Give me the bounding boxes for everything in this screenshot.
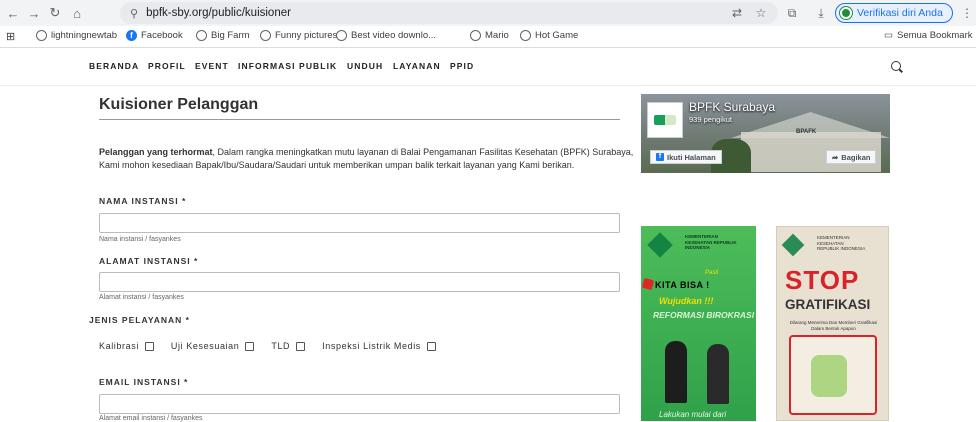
search-icon[interactable] xyxy=(891,61,901,71)
facebook-icon: f xyxy=(126,30,137,41)
bookmark-item[interactable]: Funny pictures xyxy=(260,30,337,41)
page-logo[interactable] xyxy=(647,102,683,138)
banner-org: KEMENTERIAN KESEHATAN REPUBLIK INDONESIA xyxy=(685,234,737,250)
checkbox[interactable] xyxy=(296,341,306,351)
verify-button[interactable]: Verifikasi diri Anda xyxy=(835,3,953,23)
nav-informasi-publik[interactable]: INFORMASI PUBLIK xyxy=(238,61,337,71)
nav-layanan[interactable]: LAYANAN xyxy=(393,61,441,71)
share-icon: ➦ xyxy=(832,152,839,162)
money-hand-illustration xyxy=(811,355,847,397)
menu-icon[interactable]: ⋮ xyxy=(958,4,976,22)
reformasi-birokrasi-banner[interactable]: KEMENTERIAN KESEHATAN REPUBLIK INDONESIA… xyxy=(641,226,756,421)
bookmark-item[interactable]: Best video downlo... xyxy=(336,30,436,41)
option-uji-kesesuaian[interactable]: Uji Kesesuaian xyxy=(171,341,255,351)
alamat-instansi-label: ALAMAT INSTANSI * xyxy=(99,256,199,266)
person-illustration xyxy=(665,341,687,403)
email-instansi-input[interactable] xyxy=(99,394,620,414)
logo-icon xyxy=(654,115,676,125)
jenis-pelayanan-label: JENIS PELAYANAN * xyxy=(89,315,190,325)
all-bookmarks[interactable]: ▭ Semua Bookmark xyxy=(884,30,973,41)
browser-toolbar: ← → ↻ ⌂ ⚲ bpfk-sby.org/public/kuisioner … xyxy=(0,0,976,26)
star-icon[interactable]: ☆ xyxy=(752,4,770,22)
option-kalibrasi[interactable]: Kalibrasi xyxy=(99,341,154,351)
intro-text: Pelanggan yang terhormat, Dalam rangka m… xyxy=(99,146,639,172)
intro-bold: Pelanggan yang terhormat xyxy=(99,147,213,157)
translate-icon[interactable]: ⇄ xyxy=(728,4,746,22)
pasti-text: Pasti xyxy=(705,270,719,276)
building-sign: BPAFK xyxy=(796,129,817,135)
fb-followers: 939 pengikut xyxy=(689,115,732,124)
heart-icon xyxy=(641,277,655,291)
site-nav: BERANDA PROFIL EVENT INFORMASI PUBLIK UN… xyxy=(0,48,976,86)
facebook-icon: f xyxy=(656,153,664,161)
address-bar[interactable]: ⚲ bpfk-sby.org/public/kuisioner xyxy=(120,2,778,24)
share-button[interactable]: ➦ Bagikan xyxy=(826,150,877,164)
forward-icon[interactable]: → xyxy=(25,4,43,22)
banner-org: KEMENTERIAN KESEHATAN REPUBLIK INDONESIA xyxy=(817,235,866,251)
kemenkes-logo xyxy=(781,233,805,257)
page-title: Kuisioner Pelanggan xyxy=(99,96,259,113)
kita-bisa-text: KITA BISA ! xyxy=(655,280,710,290)
nav-beranda[interactable]: BERANDA xyxy=(89,61,139,71)
reload-icon[interactable]: ↻ xyxy=(46,4,64,22)
checkbox[interactable] xyxy=(426,341,436,351)
bookmark-item[interactable]: Hot Game xyxy=(520,30,578,41)
title-divider xyxy=(99,119,620,120)
jenis-pelayanan-options: Kalibrasi Uji Kesesuaian TLD Inspeksi Li… xyxy=(99,341,453,351)
alamat-instansi-input[interactable] xyxy=(99,272,620,292)
download-icon[interactable]: ⤓ xyxy=(812,4,830,22)
bookmark-item[interactable]: f Facebook xyxy=(126,30,183,41)
bookmarks-bar: ⊞ lightningnewtab f Facebook Big Farm Fun… xyxy=(0,26,976,48)
back-icon[interactable]: ← xyxy=(4,4,22,22)
globe-icon xyxy=(260,30,271,41)
banner-footer-text: Lakukan mulai dari xyxy=(659,410,727,419)
facebook-page-widget[interactable]: BPAFK BPFK Surabaya 939 pengikut f Ikuti … xyxy=(641,94,890,173)
nav-event[interactable]: EVENT xyxy=(195,61,229,71)
nav-profil[interactable]: PROFIL xyxy=(148,61,186,71)
verify-label: Verifikasi diri Anda xyxy=(857,7,943,19)
site-settings-icon[interactable]: ⚲ xyxy=(130,7,138,20)
url-text[interactable]: bpfk-sby.org/public/kuisioner xyxy=(146,7,291,19)
bookmark-item[interactable]: lightningnewtab xyxy=(36,30,117,41)
gratifikasi-text: GRATIFIKASI xyxy=(785,297,871,312)
option-tld[interactable]: TLD xyxy=(271,341,306,351)
checkbox[interactable] xyxy=(144,341,154,351)
folder-icon: ▭ xyxy=(884,30,893,41)
follow-page-button[interactable]: f Ikuti Halaman xyxy=(650,150,722,164)
fb-page-name[interactable]: BPFK Surabaya xyxy=(689,100,775,114)
option-inspeksi-listrik-medis[interactable]: Inspeksi Listrik Medis xyxy=(322,341,436,351)
reformasi-text: REFORMASI BIROKRASI xyxy=(653,310,755,320)
wujudkan-text: Wujudkan !!! xyxy=(659,296,714,306)
alamat-instansi-help: Alamat instansi / fasyankes xyxy=(99,294,184,301)
globe-icon xyxy=(336,30,347,41)
extensions-icon[interactable]: ⧉ xyxy=(783,4,801,22)
bookmark-item[interactable]: Big Farm xyxy=(196,30,250,41)
nav-unduh[interactable]: UNDUH xyxy=(347,61,383,71)
bookmark-item[interactable]: Mario xyxy=(470,30,509,41)
kemenkes-logo xyxy=(647,232,673,258)
globe-icon xyxy=(196,30,207,41)
nav-ppid[interactable]: PPID xyxy=(450,61,474,71)
nama-instansi-help: Nama instansi / fasyankes xyxy=(99,236,181,243)
person-illustration xyxy=(707,344,729,404)
globe-icon xyxy=(36,30,47,41)
nama-instansi-label: NAMA INSTANSI * xyxy=(99,196,187,206)
email-instansi-label: EMAIL INSTANSI * xyxy=(99,377,189,387)
profile-icon xyxy=(840,7,852,19)
globe-icon xyxy=(520,30,531,41)
stop-text: STOP xyxy=(785,265,860,295)
gratifikasi-subtitle: Dilarang Menerima Dan Memberi Gratifikas… xyxy=(789,320,878,331)
nama-instansi-input[interactable] xyxy=(99,213,620,233)
home-icon[interactable]: ⌂ xyxy=(68,4,86,22)
globe-icon xyxy=(470,30,481,41)
checkbox[interactable] xyxy=(245,341,255,351)
stop-gratifikasi-banner[interactable]: KEMENTERIAN KESEHATAN REPUBLIK INDONESIA… xyxy=(776,226,889,421)
apps-icon[interactable]: ⊞ xyxy=(6,30,15,43)
